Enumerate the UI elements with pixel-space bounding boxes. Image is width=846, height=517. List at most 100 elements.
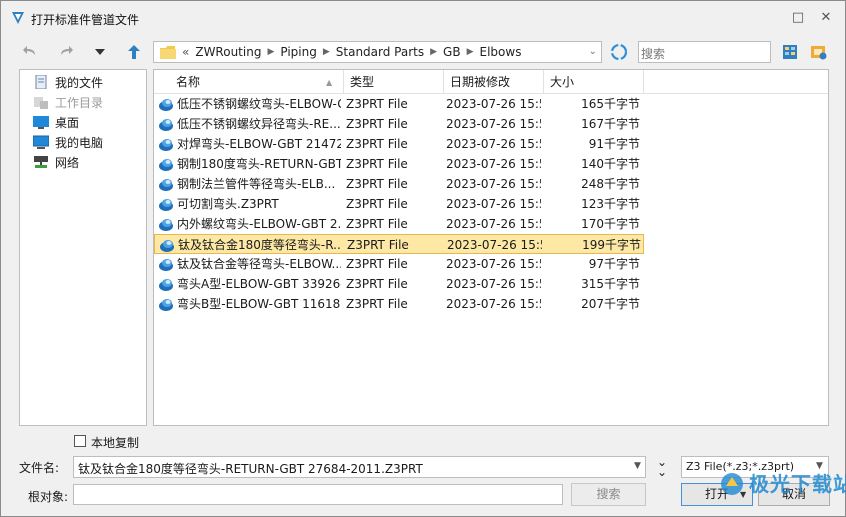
chevron-right-icon[interactable]: ▶: [323, 47, 330, 57]
place-label: 我的文件: [55, 75, 104, 90]
chevron-right-icon[interactable]: ▶: [430, 47, 437, 57]
local-copy-label: 本地复制: [91, 436, 140, 450]
desktop-icon: [33, 116, 49, 129]
place-label: 工作目录: [55, 95, 104, 110]
chevron-down-icon[interactable]: ▼: [634, 461, 641, 471]
up-folder-button[interactable]: [122, 41, 146, 63]
file-type: Z3PRT File: [346, 277, 408, 291]
breadcrumb-overflow[interactable]: «: [182, 45, 189, 59]
place-desktop[interactable]: 桌面: [33, 113, 79, 131]
place-network[interactable]: 网络: [33, 153, 79, 171]
file-name: 钛及钛合金等径弯头-ELBOW...: [177, 257, 341, 271]
file-date: 2023-07-26 15:51: [446, 257, 541, 271]
view-mode-icon[interactable]: [780, 42, 800, 62]
breadcrumb-item[interactable]: Piping: [280, 45, 316, 59]
file-size: 165千字节: [581, 97, 640, 111]
file-list: 名称 ▲ 类型 日期被修改 大小 低压不锈钢螺纹弯头-ELBOW-GBT Z3PR…: [153, 69, 829, 426]
filename-label: 文件名:: [19, 461, 60, 475]
z3prt-file-icon: [159, 219, 173, 231]
window-title: 打开标准件管道文件: [31, 13, 140, 27]
file-date: 2023-07-26 15:51: [446, 157, 541, 171]
file-row[interactable]: 钢制法兰管件等径弯头-ELB... Z3PRT File 2023-07-26 15…: [154, 174, 644, 194]
my-files-icon: [35, 75, 47, 89]
file-date: 2023-07-26 15:51: [446, 137, 541, 151]
app-logo-icon: [12, 12, 24, 24]
file-row[interactable]: 低压不锈钢螺纹异径弯头-RE... Z3PRT File 2023-07-26 15…: [154, 114, 644, 134]
file-size: 167千字节: [581, 117, 640, 131]
history-dropdown-button[interactable]: [88, 41, 112, 63]
file-date: 2023-07-26 15:51: [446, 117, 541, 131]
file-name: 低压不锈钢螺纹异径弯头-RE...: [177, 117, 341, 131]
column-header-row: 名称 ▲ 类型 日期被修改 大小: [154, 70, 828, 94]
file-row[interactable]: 低压不锈钢螺纹弯头-ELBOW-GBT Z3PRT File 2023-07-26 …: [154, 94, 644, 114]
breadcrumb-item[interactable]: Elbows: [480, 45, 522, 59]
watermark-text: 极光下载站: [749, 472, 846, 496]
breadcrumb-item[interactable]: Standard Parts: [336, 45, 424, 59]
filename-input[interactable]: 钛及钛合金180度等径弯头-RETURN-GBT 27684-2011.Z3PR…: [73, 456, 646, 478]
file-size: 170千字节: [581, 217, 640, 231]
z3prt-file-icon: [159, 179, 173, 191]
root-object-input[interactable]: [73, 484, 563, 505]
file-name: 内外螺纹弯头-ELBOW-GBT 2...: [177, 217, 341, 231]
file-type: Z3PRT File: [346, 297, 408, 311]
column-header-size[interactable]: 大小: [544, 70, 644, 94]
forward-arrow-icon: [61, 46, 73, 55]
z3prt-file-icon: [160, 240, 174, 252]
place-computer[interactable]: 我的电脑: [33, 133, 103, 151]
file-type: Z3PRT File: [346, 257, 408, 271]
chevron-right-icon[interactable]: ▶: [267, 47, 274, 57]
file-row[interactable]: 钛及钛合金等径弯头-ELBOW... Z3PRT File 2023-07-26 1…: [154, 254, 644, 274]
z3prt-file-icon: [159, 99, 173, 111]
chevron-right-icon[interactable]: ▶: [467, 47, 474, 57]
file-size: 91千字节: [588, 137, 640, 151]
z3prt-file-icon: [159, 259, 173, 271]
root-object-label: 根对象:: [28, 490, 69, 504]
file-row[interactable]: 对焊弯头-ELBOW-GBT 21472... Z3PRT File 2023-07…: [154, 134, 644, 154]
close-icon[interactable]: ✕: [818, 10, 834, 26]
place-label: 我的电脑: [55, 135, 104, 150]
file-name: 低压不锈钢螺纹弯头-ELBOW-GBT: [177, 97, 341, 111]
file-date: 2023-07-26 15:51: [446, 97, 541, 111]
z3prt-file-icon: [159, 119, 173, 131]
address-bar[interactable]: « ZWRouting ▶ Piping ▶ Standard Parts ▶ …: [153, 41, 602, 63]
column-header-date[interactable]: 日期被修改: [444, 70, 544, 94]
place-work-dir[interactable]: 工作目录: [33, 93, 103, 111]
file-name: 可切割弯头.Z3PRT: [177, 197, 279, 211]
preview-pane-icon[interactable]: [809, 42, 829, 62]
sort-ascending-icon: ▲: [326, 78, 333, 87]
column-header-name[interactable]: 名称: [154, 70, 344, 94]
file-row[interactable]: 弯头A型-ELBOW-GBT 33926-... Z3PRT File 2023-0…: [154, 274, 644, 294]
file-size: 199千字节: [582, 238, 641, 252]
help-icon[interactable]: □: [790, 10, 806, 26]
file-type: Z3PRT File: [346, 97, 408, 111]
refresh-icon[interactable]: [609, 42, 629, 62]
file-row[interactable]: 钢制180度弯头-RETURN-GBT... Z3PRT File 2023-07-…: [154, 154, 644, 174]
file-date: 2023-07-26 15:51: [446, 217, 541, 231]
file-row[interactable]: 弯头B型-ELBOW-GBT 11618.... Z3PRT File 2023-0…: [154, 294, 644, 314]
breadcrumb-item[interactable]: GB: [443, 45, 461, 59]
file-type: Z3PRT File: [347, 238, 409, 252]
file-name: 钛及钛合金180度等径弯头-R...: [178, 238, 342, 252]
place-label: 网络: [55, 155, 80, 170]
z3prt-file-icon: [159, 199, 173, 211]
breadcrumb-item[interactable]: ZWRouting: [195, 45, 261, 59]
file-name: 钢制法兰管件等径弯头-ELB...: [177, 177, 336, 191]
file-row[interactable]: 内外螺纹弯头-ELBOW-GBT 2... Z3PRT File 2023-07-2…: [154, 214, 644, 234]
local-copy-checkbox[interactable]: [74, 435, 86, 447]
file-date: 2023-07-26 15:51: [447, 238, 542, 252]
back-button[interactable]: [18, 41, 42, 63]
expand-double-chevron-icon[interactable]: ⌄ ⌄: [653, 456, 671, 478]
chevron-down-icon[interactable]: ⌄: [589, 46, 597, 57]
file-row[interactable]: 可切割弯头.Z3PRT Z3PRT File 2023-07-26 15:51 123…: [154, 194, 644, 214]
file-row[interactable]: 钛及钛合金180度等径弯头-R... Z3PRT File 2023-07-26 1…: [154, 234, 644, 254]
file-size: 123千字节: [581, 197, 640, 211]
search-button[interactable]: 搜索: [571, 483, 646, 506]
file-type: Z3PRT File: [346, 137, 408, 151]
forward-button[interactable]: [54, 41, 78, 63]
column-header-type[interactable]: 类型: [344, 70, 444, 94]
z3prt-file-icon: [159, 159, 173, 171]
file-date: 2023-07-26 15:51: [446, 277, 541, 291]
search-input[interactable]: 搜索: [638, 41, 771, 63]
place-my-files[interactable]: 我的文件: [33, 73, 103, 91]
computer-icon: [33, 135, 49, 149]
